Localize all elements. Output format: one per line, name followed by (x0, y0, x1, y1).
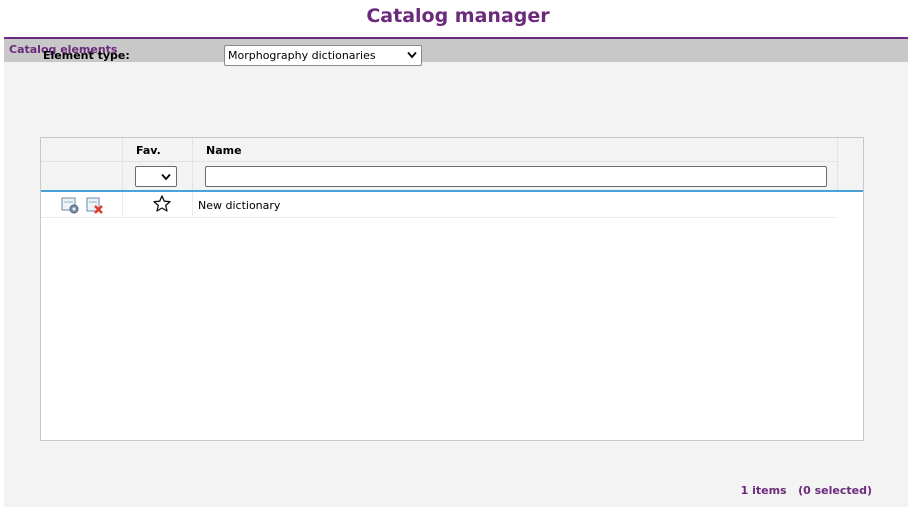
edit-element-icon[interactable] (60, 195, 80, 215)
element-type-label: Element type: (43, 49, 130, 62)
grid-filter-row (41, 162, 837, 190)
name-filter-input[interactable] (205, 166, 827, 187)
star-outline-icon[interactable] (152, 194, 172, 214)
delete-row-icon[interactable] (85, 195, 105, 215)
row-name: New dictionary (198, 199, 281, 212)
status-text: 1 items (0 selected) (740, 484, 872, 497)
element-type-value: Morphography dictionaries (228, 49, 376, 62)
column-header-fav[interactable]: Fav. (136, 144, 161, 157)
header-scroll-spacer (837, 138, 863, 190)
panel-header: Catalog elements (4, 37, 908, 62)
grid-header-row: Fav. Name (41, 138, 837, 162)
chevron-down-icon (161, 173, 171, 181)
catalog-grid: Fav. Name New dictionary (40, 137, 864, 441)
page-title: Catalog manager (366, 5, 550, 27)
element-type-select[interactable]: Morphography dictionaries (224, 45, 422, 66)
chevron-down-icon (407, 51, 417, 59)
fav-filter-select[interactable] (135, 166, 177, 187)
table-row[interactable]: New dictionary (41, 192, 837, 218)
column-header-name[interactable]: Name (206, 144, 242, 157)
